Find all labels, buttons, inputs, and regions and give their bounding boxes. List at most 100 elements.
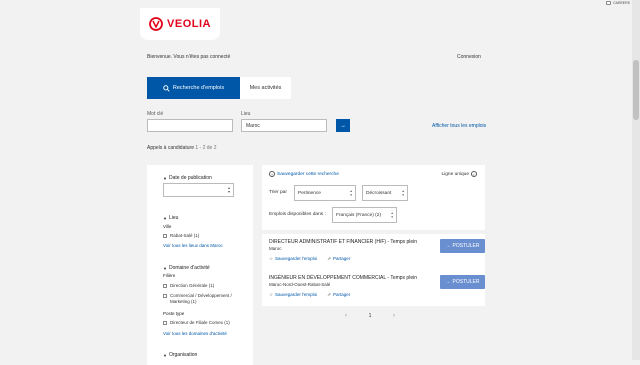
filter-option[interactable]: Commercial / Développement / Marketing (… (163, 293, 243, 305)
filter-activity-toggle[interactable]: ▼ Domaine d'activité (163, 265, 210, 271)
checkbox[interactable] (163, 234, 167, 238)
next-page-icon[interactable]: › (393, 313, 395, 319)
careers-link[interactable]: CAREERS (606, 1, 630, 5)
logo-text: VEOLIA (167, 18, 211, 30)
share-icon: ⇗ (327, 256, 331, 261)
filters-panel: ▼ Date de publication ▴ ▾ ▼ Lieu Ville Ra… (147, 165, 253, 365)
sort-field-select[interactable]: Pertinence ▴ ▾ (294, 185, 356, 201)
save-job-label: Sauvegarder l'emploi (275, 292, 318, 297)
save-job-link[interactable]: ☆ Sauvegarder l'emploi (269, 292, 317, 298)
job-location: Maroc-Nord-Ouest-Rabat-Salé (269, 282, 331, 287)
careers-label: CAREERS (613, 1, 630, 5)
checkbox[interactable] (163, 321, 167, 325)
location-label: Lieu (241, 111, 251, 117)
keyword-input[interactable] (147, 119, 233, 132)
show-all-jobs-link[interactable]: Afficher tous les emplois (432, 123, 486, 129)
plus-circle-icon: + (269, 171, 275, 177)
job-title-link[interactable]: INGÉNIEUR EN DÉVELOPPEMENT COMMERCIAL - … (269, 275, 417, 281)
careers-icon (606, 1, 612, 5)
arrow-right-icon: → (445, 243, 451, 249)
publication-date-select[interactable]: ▴ ▾ (163, 183, 234, 197)
info-icon: i (471, 171, 477, 177)
filter-option-label: Rabat-Salé (1) (170, 233, 200, 238)
filter-activity-title: Domaine d'activité (168, 265, 210, 271)
share-job-link[interactable]: ⇗ Partager (327, 292, 350, 298)
save-search-link[interactable]: + Sauvegarder cette recherche (269, 171, 339, 177)
tab-my-activities[interactable]: Mes activités (240, 77, 291, 99)
caret-down-icon: ▼ (163, 265, 167, 271)
tab-my-activities-label: Mes activités (249, 85, 282, 91)
veolia-logo[interactable]: VEOLIA (140, 8, 220, 40)
star-icon: ☆ (269, 256, 274, 261)
filter-option[interactable]: Direction Générale (1) (163, 283, 243, 289)
filter-location-toggle[interactable]: ▼ Lieu (163, 215, 178, 221)
language-select[interactable]: Français (France) (2) ▴ ▾ (332, 207, 397, 223)
share-job-link[interactable]: ⇗ Partager (327, 256, 350, 262)
filter-option[interactable]: Directeur de Filiale Comex (1) (163, 320, 243, 326)
checkbox[interactable] (163, 284, 167, 288)
keyword-label: Mot clé (147, 111, 164, 117)
inline-view-label: Ligne unique (441, 171, 469, 177)
sort-toolbar: + Sauvegarder cette recherche Ligne uniq… (262, 165, 485, 230)
filter-activity-group1-title: Filière (163, 273, 176, 278)
top-bar: CAREERS (0, 0, 640, 8)
filter-organisation-title: Organisation (168, 352, 198, 358)
page-scrollbar[interactable] (632, 0, 640, 360)
filter-organisation-toggle[interactable]: ▼ Organisation (163, 352, 197, 358)
filter-activity-group2-title: Poste type (163, 311, 185, 316)
pagination: ‹ 1 › (345, 311, 395, 321)
save-job-label: Sauvegarder l'emploi (275, 256, 318, 261)
filter-activity-more-link[interactable]: Voir tous les domaines d'activité (163, 331, 227, 336)
checkbox[interactable] (163, 294, 167, 298)
apply-button[interactable]: → POSTULER (440, 275, 485, 289)
filter-publication-date-toggle[interactable]: ▼ Date de publication (163, 175, 212, 181)
caret-down-icon: ▼ (163, 352, 167, 358)
caret-down-icon: ▼ (163, 175, 167, 181)
filter-location-title: Lieu (168, 215, 179, 221)
share-job-label: Partager (332, 256, 351, 261)
apply-button[interactable]: → POSTULER (440, 239, 485, 253)
login-link[interactable]: Connexion (457, 54, 481, 60)
current-page[interactable]: 1 (369, 313, 372, 319)
results-count: Appels à candidature 1 - 2 de 2 (147, 145, 217, 151)
sort-label: Trier par (269, 190, 287, 195)
arrow-right-icon: → (340, 122, 346, 129)
filter-option-label: Direction Générale (1) (170, 283, 215, 288)
filter-option-label: Commercial / Développement / Marketing (… (170, 293, 232, 304)
available-in-label: Emplois disponibles dans : (269, 212, 326, 217)
apply-label: POSTULER (452, 243, 480, 249)
filter-location-more-link[interactable]: Voir tous les lieux dans Maroc (163, 243, 223, 248)
job-location: Maroc (269, 246, 282, 251)
main-tabs: Recherche d'emplois Mes activités (147, 77, 291, 99)
share-icon: ⇗ (327, 292, 331, 297)
save-job-link[interactable]: ☆ Sauvegarder l'emploi (269, 256, 317, 262)
tab-job-search[interactable]: Recherche d'emplois (147, 77, 240, 99)
scrollbar-thumb[interactable] (633, 60, 639, 120)
job-actions: ☆ Sauvegarder l'emploi ⇗ Partager (269, 292, 350, 298)
save-search-label: Sauvegarder cette recherche (277, 171, 339, 177)
language-value: Français (France) (2) (336, 212, 382, 218)
inline-view-toggle[interactable]: Ligne unique i (442, 171, 477, 177)
previous-page-icon[interactable]: ‹ (345, 313, 347, 319)
results-label: Appels à candidature (147, 145, 194, 151)
welcome-text: Bienvenue. Vous n'êtes pas connecté (147, 54, 231, 60)
sort-field-value: Pertinence (298, 190, 321, 196)
results-range: 1 - 2 de 2 (195, 145, 217, 151)
caret-down-icon: ▼ (163, 215, 167, 221)
updown-chevron-icon: ▴ ▾ (402, 189, 404, 197)
updown-chevron-icon: ▴ ▾ (350, 189, 352, 197)
apply-label: POSTULER (452, 279, 480, 285)
job-title-link[interactable]: DIRECTEUR ADMINISTRATIF ET FINANCIER (H/… (269, 239, 417, 245)
filter-option[interactable]: Rabat-Salé (1) (163, 233, 243, 239)
job-card: INGÉNIEUR EN DÉVELOPPEMENT COMMERCIAL - … (262, 270, 485, 306)
filter-option-label: Directeur de Filiale Comex (1) (170, 320, 230, 325)
search-icon (163, 84, 170, 92)
tab-job-search-label: Recherche d'emplois (172, 85, 225, 91)
filter-publication-date-title: Date de publication (168, 175, 212, 181)
updown-chevron-icon: ▴ ▾ (391, 211, 393, 219)
sort-order-select[interactable]: Décroissant ▴ ▾ (362, 185, 408, 201)
filter-location-subtitle: Ville (163, 224, 172, 229)
search-submit-button[interactable]: → (336, 119, 350, 132)
location-input[interactable]: Maroc (241, 119, 327, 132)
sort-order-value: Décroissant (366, 190, 392, 196)
